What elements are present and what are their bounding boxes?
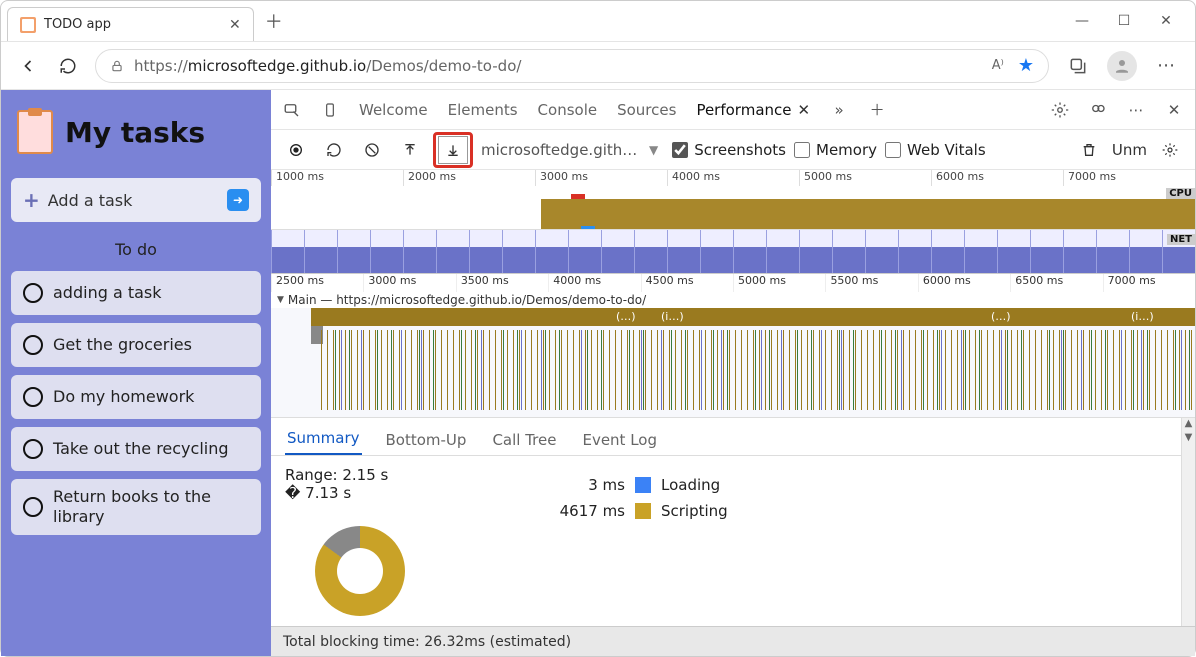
- truncated-label: Unm: [1112, 141, 1147, 159]
- summary-donut-chart: [315, 526, 405, 616]
- add-panel-icon[interactable]: ＋: [866, 99, 888, 121]
- browser-tab[interactable]: TODO app ✕: [7, 7, 254, 41]
- more-options-icon[interactable]: ⋯: [1125, 99, 1147, 121]
- close-tab-icon[interactable]: ✕: [798, 101, 811, 119]
- devtools-pane: Welcome Elements Console Sources Perform…: [271, 90, 1195, 656]
- detail-time-ruler[interactable]: 2500 ms 3000 ms 3500 ms 4000 ms 4500 ms …: [271, 274, 1195, 292]
- add-task-input[interactable]: + Add a task ➜: [11, 178, 261, 222]
- collections-button[interactable]: [1063, 51, 1093, 81]
- range-text: Range: 2.15 s � 7.13 s: [285, 466, 405, 502]
- plus-icon: +: [23, 188, 40, 212]
- tab-close-icon[interactable]: ✕: [229, 17, 241, 33]
- legend-row: 4617 ms Scripting: [555, 502, 728, 520]
- clear-button[interactable]: [357, 135, 387, 165]
- task-item[interactable]: Do my homework: [11, 375, 261, 419]
- vertical-scrollbar[interactable]: ▲ ▼: [1181, 418, 1195, 626]
- back-button[interactable]: [15, 53, 41, 79]
- favorite-star-icon[interactable]: ★: [1018, 55, 1034, 76]
- task-radio[interactable]: [23, 439, 43, 459]
- read-aloud-icon[interactable]: A⁾: [992, 58, 1004, 73]
- devtools-tab-sources[interactable]: Sources: [615, 97, 678, 123]
- task-item[interactable]: Get the groceries: [11, 323, 261, 367]
- close-devtools-icon[interactable]: ✕: [1163, 99, 1185, 121]
- todo-app-pane: My tasks + Add a task ➜ To do adding a t…: [1, 90, 271, 656]
- legend-row: 3 ms Loading: [555, 476, 728, 494]
- download-profile-button[interactable]: [433, 132, 473, 168]
- add-task-placeholder: Add a task: [48, 191, 133, 210]
- upload-profile-button[interactable]: [395, 135, 425, 165]
- task-item[interactable]: adding a task: [11, 271, 261, 315]
- legend-swatch: [635, 503, 651, 519]
- more-menu-button[interactable]: ⋯: [1151, 51, 1181, 81]
- feedback-icon[interactable]: [1087, 99, 1109, 121]
- performance-toolbar: microsoftedge.github.i… ▼ Screenshots Me…: [271, 130, 1195, 170]
- profile-dropdown-icon[interactable]: ▼: [649, 143, 658, 157]
- main-thread-label[interactable]: ▼Main — https://microsoftedge.github.io/…: [271, 292, 1195, 308]
- subtab-call-tree[interactable]: Call Tree: [490, 425, 558, 455]
- browser-titlebar: TODO app ✕ ＋ — ☐ ✕: [1, 1, 1195, 41]
- summary-panel: Range: 2.15 s � 7.13 s 3 ms Loading 4617…: [271, 456, 1181, 626]
- screenshots-checkbox[interactable]: Screenshots: [672, 141, 786, 159]
- close-window-button[interactable]: ✕: [1157, 13, 1175, 29]
- device-toggle-icon[interactable]: [319, 99, 341, 121]
- devtools-tab-elements[interactable]: Elements: [446, 97, 520, 123]
- task-item[interactable]: Take out the recycling: [11, 427, 261, 471]
- record-button[interactable]: [281, 135, 311, 165]
- list-section-label: To do: [11, 230, 261, 263]
- net-track-label: NET: [1167, 234, 1195, 245]
- refresh-button[interactable]: [55, 53, 81, 79]
- legend-swatch: [635, 477, 651, 493]
- flame-chart[interactable]: (…) (i…) (…) (i…): [271, 308, 1195, 418]
- subtab-summary[interactable]: Summary: [285, 423, 362, 455]
- window-controls: — ☐ ✕: [1073, 13, 1189, 29]
- app-title: My tasks: [65, 116, 205, 149]
- screenshot-filmstrip[interactable]: [271, 230, 1195, 274]
- maximize-button[interactable]: ☐: [1115, 13, 1133, 29]
- delete-profile-button[interactable]: [1074, 135, 1104, 165]
- profile-avatar[interactable]: [1107, 51, 1137, 81]
- devtools-tabs-row: Welcome Elements Console Sources Perform…: [271, 90, 1195, 130]
- cpu-track-label: CPU: [1166, 188, 1195, 199]
- new-tab-button[interactable]: ＋: [258, 5, 290, 37]
- profile-source-label: microsoftedge.github.i…: [481, 141, 641, 159]
- memory-checkbox[interactable]: Memory: [794, 141, 877, 159]
- details-tabs: Summary Bottom-Up Call Tree Event Log: [271, 418, 1181, 456]
- minimize-button[interactable]: —: [1073, 13, 1091, 29]
- url-text: https://microsoftedge.github.io/Demos/de…: [134, 57, 521, 75]
- reload-record-button[interactable]: [319, 135, 349, 165]
- webvitals-checkbox[interactable]: Web Vitals: [885, 141, 986, 159]
- devtools-tab-welcome[interactable]: Welcome: [357, 97, 430, 123]
- app-clipboard-icon: [17, 110, 53, 154]
- capture-settings-gear-icon[interactable]: [1155, 135, 1185, 165]
- task-radio[interactable]: [23, 283, 43, 303]
- devtools-tab-performance[interactable]: Performance✕: [694, 97, 812, 123]
- task-item[interactable]: Return books to the library: [11, 479, 261, 535]
- inspect-element-icon[interactable]: [281, 99, 303, 121]
- settings-gear-icon[interactable]: [1049, 99, 1071, 121]
- status-bar: Total blocking time: 26.32ms (estimated): [271, 626, 1195, 656]
- devtools-tab-console[interactable]: Console: [536, 97, 600, 123]
- subtab-bottom-up[interactable]: Bottom-Up: [384, 425, 469, 455]
- task-radio[interactable]: [23, 387, 43, 407]
- url-box[interactable]: https://microsoftedge.github.io/Demos/de…: [95, 49, 1049, 83]
- address-bar: https://microsoftedge.github.io/Demos/de…: [1, 41, 1195, 89]
- submit-task-button[interactable]: ➜: [227, 189, 249, 211]
- more-tabs-chevron-icon[interactable]: »: [828, 99, 850, 121]
- lock-icon: [110, 59, 124, 73]
- timeline-overview[interactable]: 1000 ms 2000 ms 3000 ms 4000 ms 5000 ms …: [271, 170, 1195, 230]
- task-radio[interactable]: [23, 497, 43, 517]
- tab-title: TODO app: [44, 17, 111, 32]
- task-radio[interactable]: [23, 335, 43, 355]
- tab-favicon: [20, 17, 36, 33]
- subtab-event-log[interactable]: Event Log: [580, 425, 659, 455]
